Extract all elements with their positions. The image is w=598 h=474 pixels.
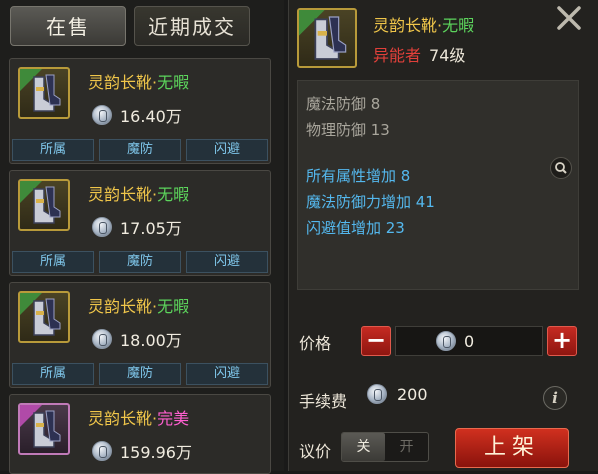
silver-coin-icon (92, 441, 112, 461)
attribute-row: 所属 魔防 闪避 (10, 361, 270, 387)
listing-card[interactable]: 灵韵长靴·完美 159.96万 (9, 394, 271, 474)
tab-on-sale[interactable]: 在售 (10, 6, 126, 46)
boots-icon (18, 179, 70, 231)
bonus-stat: 闪避值增加 23 (306, 219, 405, 237)
tab-recent-deals[interactable]: 近期成交 (134, 6, 250, 46)
toggle-off-option[interactable]: 关 (342, 433, 385, 461)
price-row: 17.05万 (92, 215, 182, 239)
toggle-on-option[interactable]: 开 (385, 433, 428, 461)
attr-button-dodge[interactable]: 闪避 (186, 139, 268, 161)
base-stat: 魔法防御 8 (306, 95, 381, 113)
listing-card[interactable]: 灵韵长靴·无暇 17.05万 所属 魔防 闪避 (9, 170, 271, 276)
item-detail-panel: 灵韵长靴·无暇 异能者 74级 魔法防御 8 物理防御 13 所有属性增加 8 魔… (288, 0, 598, 471)
silver-coin-icon (92, 217, 112, 237)
fee-value: 200 (367, 384, 428, 404)
bargain-toggle[interactable]: 关 开 (341, 432, 429, 462)
bonus-stat: 魔法防御力增加 41 (306, 193, 435, 211)
bonus-stat: 所有属性增加 8 (306, 167, 411, 185)
silver-coin-icon (92, 105, 112, 125)
attr-button-belong[interactable]: 所属 (12, 363, 94, 385)
silver-coin-icon (92, 329, 112, 349)
item-price: 159.96万 (120, 443, 192, 462)
silver-coin-icon (367, 384, 387, 404)
boots-icon (297, 8, 357, 68)
stats-box: 魔法防御 8 物理防御 13 所有属性增加 8 魔法防御力增加 41 闪避值增加… (297, 80, 579, 290)
item-price: 18.00万 (120, 331, 182, 350)
silver-coin-icon (436, 331, 456, 351)
attr-button-belong[interactable]: 所属 (12, 251, 94, 273)
market-list-panel: 在售 近期成交 灵韵长靴·无暇 16.40万 所属 魔防 闪避 灵韵长靴·无暇 … (0, 0, 284, 474)
attr-button-magic-def[interactable]: 魔防 (99, 251, 181, 273)
attribute-row: 所属 魔防 闪避 (10, 137, 270, 163)
fee-label: 手续费 (299, 392, 348, 411)
list-item-button[interactable]: 上架 (455, 428, 569, 468)
attribute-row: 所属 魔防 闪避 (10, 249, 270, 275)
info-icon[interactable]: i (543, 386, 567, 410)
item-name: 灵韵长靴·无暇 (88, 73, 190, 92)
listing-card[interactable]: 灵韵长靴·无暇 18.00万 所属 魔防 闪避 (9, 282, 271, 388)
item-price: 16.40万 (120, 107, 182, 126)
item-name: 灵韵长靴·完美 (88, 409, 190, 428)
price-input[interactable]: 0 (395, 326, 543, 356)
price-row: 16.40万 (92, 103, 182, 127)
boots-icon (18, 403, 70, 455)
price-label: 价格 (299, 334, 332, 353)
bargain-label: 议价 (299, 442, 332, 461)
attr-button-magic-def[interactable]: 魔防 (99, 139, 181, 161)
attr-button-dodge[interactable]: 闪避 (186, 363, 268, 385)
item-price: 17.05万 (120, 219, 182, 238)
base-stat: 物理防御 13 (306, 121, 390, 139)
boots-icon (18, 291, 70, 343)
increase-price-button[interactable]: + (547, 326, 577, 356)
listing-card[interactable]: 灵韵长靴·无暇 16.40万 所属 魔防 闪避 (9, 58, 271, 164)
item-name: 灵韵长靴·无暇 (88, 297, 190, 316)
detail-item-name: 灵韵长靴·无暇 (373, 16, 475, 35)
attr-button-magic-def[interactable]: 魔防 (99, 363, 181, 385)
price-row: 159.96万 (92, 439, 192, 463)
detail-requirement: 异能者 74级 (373, 46, 466, 65)
attr-button-belong[interactable]: 所属 (12, 139, 94, 161)
boots-icon (18, 67, 70, 119)
search-icon[interactable] (550, 157, 572, 179)
price-row: 18.00万 (92, 327, 182, 351)
attr-button-dodge[interactable]: 闪避 (186, 251, 268, 273)
decrease-price-button[interactable]: − (361, 326, 391, 356)
item-name: 灵韵长靴·无暇 (88, 185, 190, 204)
close-icon[interactable] (555, 4, 583, 32)
